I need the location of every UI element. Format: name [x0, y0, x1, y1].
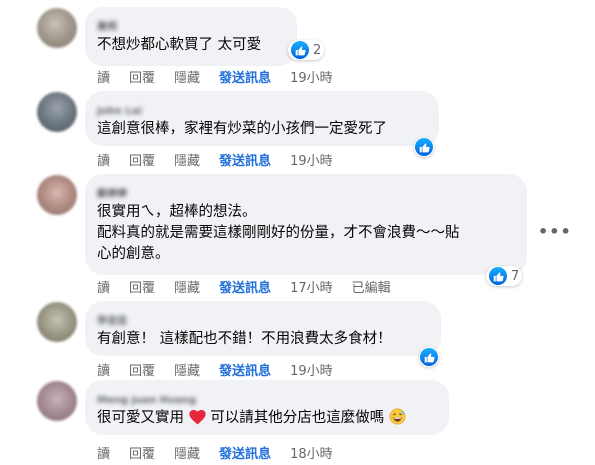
reply-link[interactable]: 回覆	[129, 443, 155, 462]
commenter-name[interactable]: 鄭婷婷	[97, 188, 127, 202]
comment-bubble: 鄭婷婷 很實用ㄟ，超棒的想法。 配料真的就是需要這樣剛剛好的份量，才不會浪費～～…	[85, 174, 527, 275]
comment-text-part: 可以請其他分店也這麼做嗎	[210, 410, 385, 426]
timestamp[interactable]: 19小時	[290, 360, 333, 379]
timestamp[interactable]: 18小時	[290, 443, 333, 462]
read-link[interactable]: 讀	[97, 443, 110, 462]
commenter-name[interactable]: John Lai	[97, 105, 142, 119]
send-message-link[interactable]: 發送訊息	[219, 277, 271, 296]
timestamp[interactable]: 19小時	[290, 150, 333, 169]
read-link[interactable]: 讀	[97, 277, 110, 296]
reaction-summary[interactable]	[414, 137, 434, 157]
reaction-summary[interactable]	[419, 347, 439, 367]
comment-bubble: 黃明 不想炒都心軟買了 太可愛	[85, 7, 297, 66]
avatar[interactable]	[37, 302, 77, 342]
send-message-link[interactable]: 發送訊息	[219, 443, 271, 462]
grinning-sweat-icon	[389, 408, 406, 425]
comment-actions: 讀 回覆 隱藏 發送訊息 19小時	[97, 360, 352, 379]
comment-actions: 讀 回覆 隱藏 發送訊息 17小時 已編輯	[97, 277, 410, 296]
comment-text-line: 配料真的就是需要這樣剛剛好的份量，才不會浪費～～貼	[97, 225, 460, 241]
comment-actions: 讀 回覆 隱藏 發送訊息 19小時	[97, 67, 352, 86]
commenter-name[interactable]: 黃明	[97, 21, 117, 35]
edited-label[interactable]: 已編輯	[352, 277, 391, 296]
timestamp[interactable]: 17小時	[290, 277, 333, 296]
comment-bubble: John Lai 這創意很棒，家裡有炒菜的小孩們一定愛死了	[85, 91, 439, 146]
read-link[interactable]: 讀	[97, 360, 110, 379]
comment-text: 不想炒都心軟買了 太可愛	[97, 37, 262, 53]
read-link[interactable]: 讀	[97, 150, 110, 169]
reply-link[interactable]: 回覆	[129, 360, 155, 379]
hide-link[interactable]: 隱藏	[174, 277, 200, 296]
commenter-name[interactable]: 李佳佳	[97, 315, 127, 329]
avatar[interactable]	[37, 381, 77, 421]
commenter-name[interactable]: Meng Juan Huang	[97, 394, 196, 408]
reply-link[interactable]: 回覆	[129, 67, 155, 86]
reaction-summary[interactable]: 2	[288, 40, 325, 60]
comment-text: 很可愛又實用 可以請其他分店也這麼做嗎	[97, 408, 437, 429]
comment-text-line: 很實用ㄟ，超棒的想法。	[97, 204, 257, 220]
read-link[interactable]: 讀	[97, 67, 110, 86]
hide-link[interactable]: 隱藏	[174, 360, 200, 379]
hide-link[interactable]: 隱藏	[174, 150, 200, 169]
comment-text-line: 心的創意。	[97, 246, 170, 262]
hide-link[interactable]: 隱藏	[174, 443, 200, 462]
hide-link[interactable]: 隱藏	[174, 67, 200, 86]
comment-actions: 讀 回覆 隱藏 發送訊息 18小時	[97, 443, 352, 462]
more-horizontal-icon[interactable]: •••	[538, 222, 572, 241]
reaction-count: 7	[511, 268, 520, 284]
comment-text: 這創意很棒，家裡有炒菜的小孩們一定愛死了	[97, 121, 387, 137]
comment-text: 有創意！ 這樣配也不錯！不用浪費太多食材！	[97, 331, 392, 347]
reply-link[interactable]: 回覆	[129, 277, 155, 296]
avatar[interactable]	[37, 8, 77, 48]
send-message-link[interactable]: 發送訊息	[219, 67, 271, 86]
comment-bubble: Meng Juan Huang 很可愛又實用 可以請其他分店也這麼做嗎	[85, 380, 449, 435]
comment-text-part: 很可愛又實用	[97, 410, 184, 426]
comment-bubble: 李佳佳 有創意！ 這樣配也不錯！不用浪費太多食材！	[85, 301, 441, 356]
send-message-link[interactable]: 發送訊息	[219, 150, 271, 169]
avatar[interactable]	[37, 175, 77, 215]
reply-link[interactable]: 回覆	[129, 150, 155, 169]
like-icon	[420, 348, 438, 366]
like-icon	[489, 267, 507, 285]
timestamp[interactable]: 19小時	[290, 67, 333, 86]
send-message-link[interactable]: 發送訊息	[219, 360, 271, 379]
reaction-summary[interactable]: 7	[486, 266, 523, 286]
avatar[interactable]	[37, 92, 77, 132]
like-icon	[415, 138, 433, 156]
reaction-count: 2	[313, 42, 322, 58]
comment-actions: 讀 回覆 隱藏 發送訊息 19小時	[97, 150, 352, 169]
heart-icon	[188, 409, 206, 425]
like-icon	[291, 41, 309, 59]
